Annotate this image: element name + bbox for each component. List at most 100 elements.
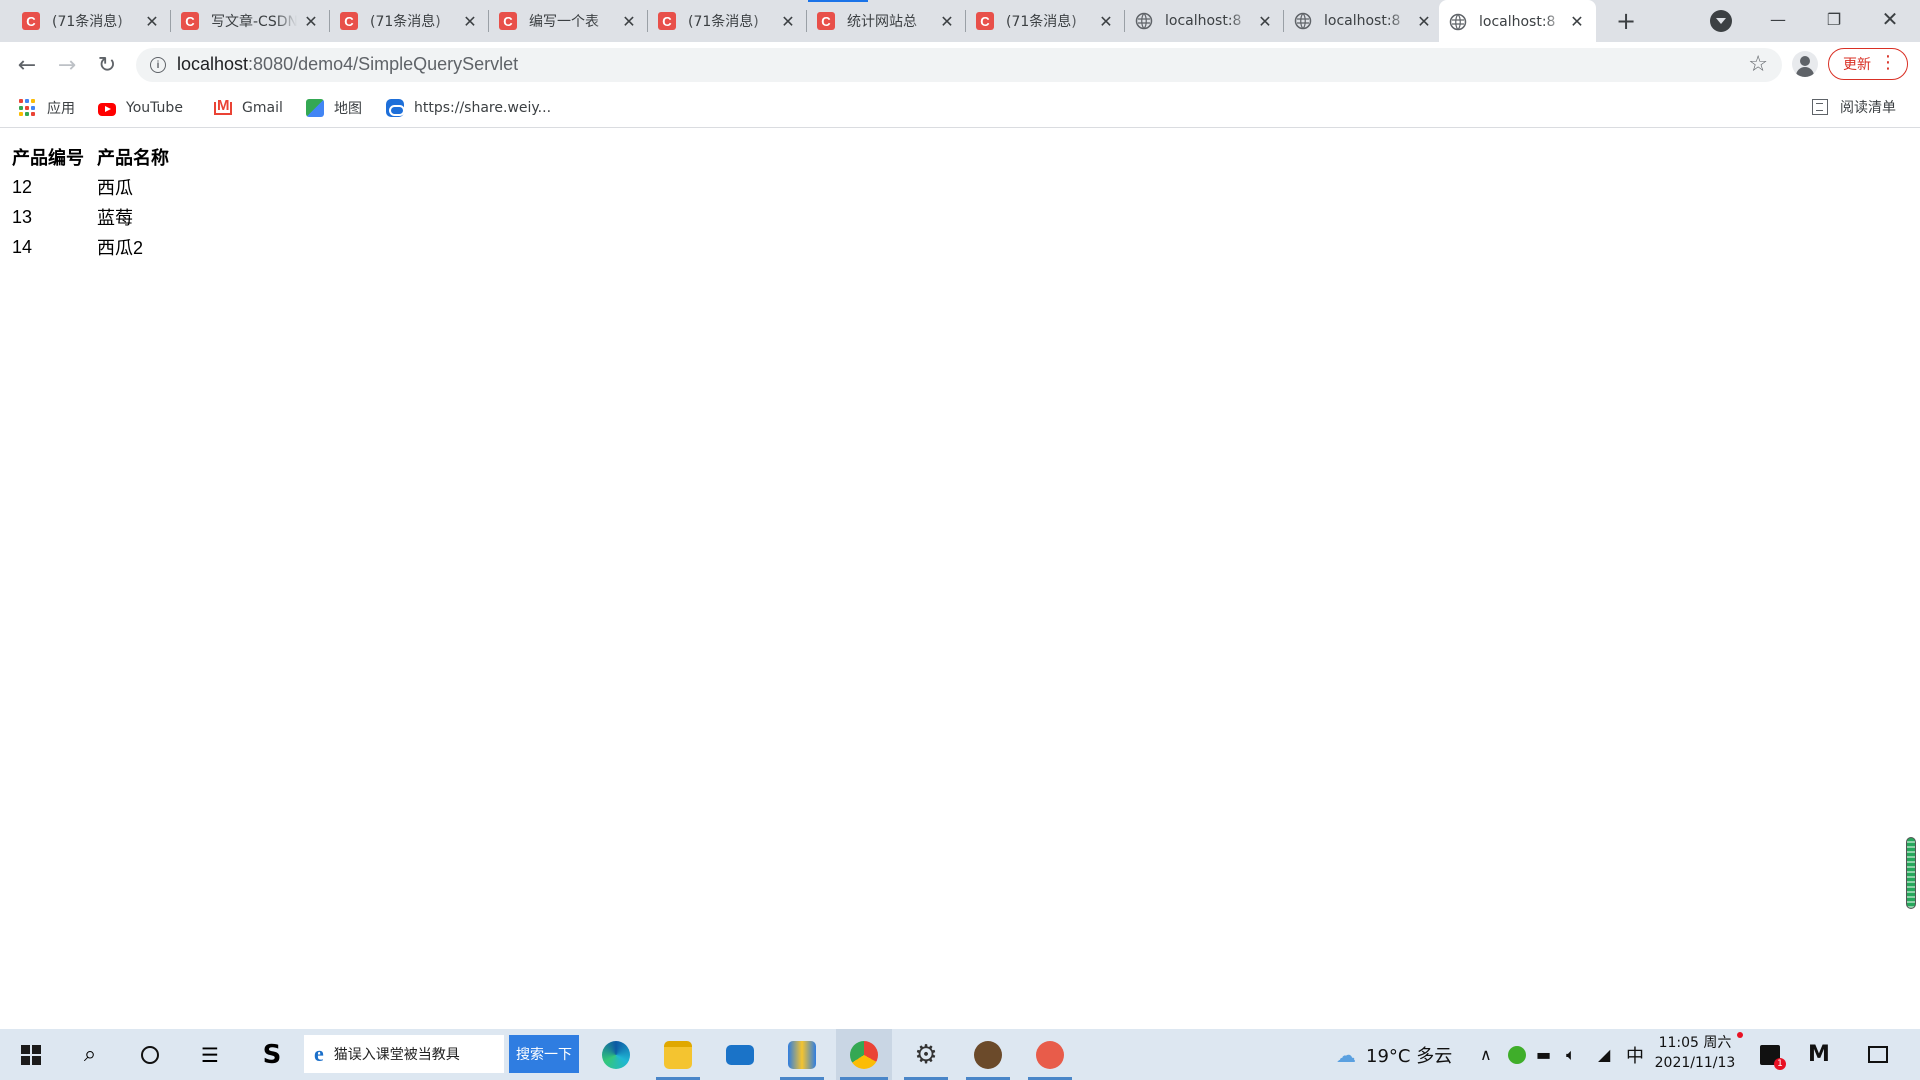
tab[interactable]: localhost:8 ✕ xyxy=(1284,0,1443,42)
tray-app-icon[interactable] xyxy=(1508,1029,1526,1080)
tab-close-icon[interactable]: ✕ xyxy=(1256,12,1274,31)
windows-logo-icon xyxy=(21,1044,41,1065)
tab[interactable]: C (71条消息) ✕ xyxy=(12,0,171,42)
start-button[interactable] xyxy=(10,1029,52,1080)
tomcat-icon[interactable] xyxy=(962,1029,1014,1080)
cell-product-id: 12 xyxy=(12,176,33,197)
app-m-icon[interactable]: M xyxy=(1808,1029,1830,1080)
search-taskbar-icon[interactable]: ⌕ xyxy=(68,1029,112,1080)
back-button[interactable]: ← xyxy=(11,49,43,81)
csdn-icon: C xyxy=(340,12,358,30)
cortana-icon[interactable] xyxy=(128,1029,172,1080)
ie-icon: e xyxy=(314,1041,324,1066)
tab[interactable]: localhost:8 ✕ xyxy=(1439,0,1596,44)
chrome-icon[interactable] xyxy=(836,1029,892,1080)
table-header-row: 产品编号 产品名称 xyxy=(12,142,172,172)
tab[interactable]: C (71条消息) ✕ xyxy=(648,0,807,42)
file-explorer-icon[interactable] xyxy=(652,1029,704,1080)
tab-title: 写文章-CSDN xyxy=(211,14,297,30)
tab-close-icon[interactable]: ✕ xyxy=(779,12,797,31)
task-view-icon[interactable]: ☰ xyxy=(188,1029,232,1080)
table-row: 12 西瓜 xyxy=(12,172,172,202)
tab[interactable]: C 统计网站总 ✕ xyxy=(807,0,966,42)
tab-close-icon[interactable]: ✕ xyxy=(938,12,956,31)
weather-widget[interactable]: ☁ 19°C 多云 xyxy=(1336,1029,1452,1080)
reload-button[interactable]: ↻ xyxy=(91,49,123,81)
archive-app-icon[interactable] xyxy=(776,1029,828,1080)
page-content: 产品编号 产品名称 12 西瓜 13 蓝莓 14 西瓜2 xyxy=(0,129,1920,1029)
battery-icon[interactable]: ▬ xyxy=(1536,1029,1551,1080)
tab-close-icon[interactable]: ✕ xyxy=(461,12,479,31)
web-search-box[interactable]: e 猫误入课堂被当教具 xyxy=(304,1035,504,1073)
clock[interactable]: 11:05 周六 2021/11/13 xyxy=(1650,1033,1740,1073)
restore-button[interactable]: ❐ xyxy=(1808,0,1860,38)
profile-avatar-icon[interactable] xyxy=(1792,51,1818,77)
edge-icon[interactable] xyxy=(594,1029,638,1080)
tab-close-icon[interactable]: ✕ xyxy=(143,12,161,31)
network-icon[interactable]: ◢ xyxy=(1598,1029,1610,1080)
new-tab-button[interactable]: + xyxy=(1611,6,1641,36)
bookmark-label: https://share.weiy... xyxy=(414,100,552,116)
csdn-icon: C xyxy=(499,12,517,30)
bookmark-maps[interactable]: 地图 xyxy=(306,97,362,119)
youtube-icon xyxy=(98,102,116,116)
bookmark-apps[interactable]: 应用 xyxy=(19,97,75,119)
show-hidden-icons-chevron-icon[interactable]: ∧ xyxy=(1480,1029,1492,1080)
tab-title: (71条消息) xyxy=(52,14,123,30)
tab-close-icon[interactable]: ✕ xyxy=(1415,12,1433,31)
bookmarks-bar: 应用 YouTube Gmail 地图 https://share.weiy..… xyxy=(0,88,1920,128)
cell-product-name: 蓝莓 xyxy=(97,208,133,228)
tab-close-icon[interactable]: ✕ xyxy=(1097,12,1115,31)
tab[interactable]: localhost:8 ✕ xyxy=(1125,0,1284,42)
tab-close-icon[interactable]: ✕ xyxy=(620,12,638,31)
bookmark-star-icon[interactable]: ☆ xyxy=(1748,52,1768,77)
tab[interactable]: C 编写一个表 ✕ xyxy=(489,0,648,42)
battery-widget-icon[interactable] xyxy=(1906,837,1916,909)
tab[interactable]: C (71条消息) ✕ xyxy=(966,0,1125,42)
url-text[interactable]: localhost:8080/demo4/SimpleQueryServlet xyxy=(177,54,518,75)
bookmark-youtube[interactable]: YouTube xyxy=(98,97,183,119)
menu-dots-icon: ⋮ xyxy=(1879,52,1897,73)
tab-close-icon[interactable]: ✕ xyxy=(1568,12,1586,31)
minimize-button[interactable]: — xyxy=(1752,0,1804,38)
close-window-button[interactable]: ✕ xyxy=(1864,0,1916,38)
gmail-icon xyxy=(214,97,232,115)
site-info-icon[interactable]: i xyxy=(150,57,166,73)
forward-button[interactable]: → xyxy=(51,49,83,81)
tab-search-icon[interactable] xyxy=(1710,10,1732,32)
bookmark-label: Gmail xyxy=(242,100,283,116)
notification-app-icon[interactable]: 1 xyxy=(1760,1029,1786,1080)
tab[interactable]: C 写文章-CSDN ✕ xyxy=(171,0,330,42)
input-method-button[interactable]: 中 xyxy=(1626,1029,1644,1080)
reading-list-button[interactable]: 阅读清单 xyxy=(1812,97,1896,117)
tab-title: localhost:8 xyxy=(1165,13,1242,29)
settings-gear-icon[interactable]: ⚙ xyxy=(900,1029,952,1080)
tab-title: (71条消息) xyxy=(1006,14,1077,30)
globe-icon xyxy=(1135,12,1153,30)
weiyun-icon xyxy=(386,99,405,117)
mail-icon[interactable] xyxy=(716,1029,764,1080)
tab-title: (71条消息) xyxy=(688,14,759,30)
header-product-id: 产品编号 xyxy=(12,148,84,168)
action-center-icon[interactable] xyxy=(1868,1029,1888,1080)
windows-taskbar: ⌕ ☰ S e 猫误入课堂被当教具 搜索一下 ⚙ ☁ 19°C 多云 ∧ ▬ 🔈︎… xyxy=(0,1029,1920,1080)
globe-icon xyxy=(1294,12,1312,30)
bookmark-label: 应用 xyxy=(47,101,75,117)
globe-icon xyxy=(1449,13,1467,31)
bookmark-label: 地图 xyxy=(334,101,362,117)
search-suggestion-text: 猫误入课堂被当教具 xyxy=(333,1047,460,1063)
update-button[interactable]: 更新 ⋮ xyxy=(1828,48,1908,80)
app-s-icon[interactable]: S xyxy=(250,1029,294,1080)
bookmark-gmail[interactable]: Gmail xyxy=(214,97,283,119)
tab[interactable]: C (71条消息) ✕ xyxy=(330,0,489,42)
url-host: localhost xyxy=(177,54,249,74)
address-bar[interactable]: i localhost:8080/demo4/SimpleQueryServle… xyxy=(136,48,1782,82)
volume-icon[interactable]: 🔈︎ xyxy=(1566,1029,1576,1080)
tab-title: 统计网站总 xyxy=(847,14,917,30)
search-go-button[interactable]: 搜索一下 xyxy=(509,1035,579,1073)
weather-text: 19°C 多云 xyxy=(1366,1045,1453,1067)
tab-close-icon[interactable]: ✕ xyxy=(302,12,320,31)
cell-product-id: 13 xyxy=(12,206,33,227)
snipping-tool-icon[interactable] xyxy=(1024,1029,1076,1080)
bookmark-weiyun[interactable]: https://share.weiy... xyxy=(386,97,551,119)
